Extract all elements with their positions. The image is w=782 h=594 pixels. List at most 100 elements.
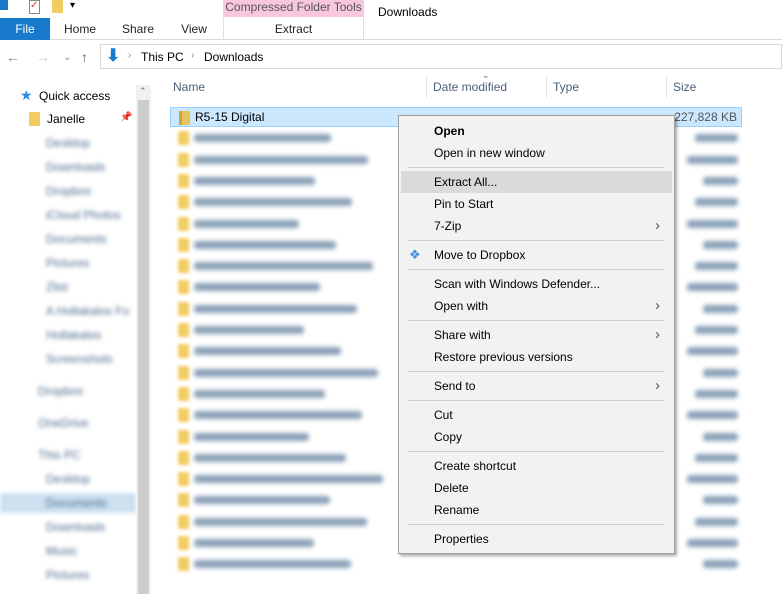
sidebar-item[interactable]: Desktop xyxy=(46,133,90,153)
file-size: 227,828 KB xyxy=(674,110,737,124)
file-name-blurred xyxy=(194,517,367,526)
sidebar-quick-access[interactable]: Quick access xyxy=(39,86,110,106)
folder-icon xyxy=(178,493,189,508)
file-size-blurred xyxy=(687,475,738,484)
sidebar-item[interactable]: iCloud Photos xyxy=(46,205,121,225)
file-size-blurred xyxy=(703,304,738,313)
file-size-blurred xyxy=(687,283,738,292)
column-date-modified[interactable]: Date modified xyxy=(433,80,507,98)
menu-item-move-to-dropbox[interactable]: Move to Dropbox ❖ xyxy=(401,244,672,266)
sidebar-item[interactable]: This PC xyxy=(38,445,81,465)
file-size-blurred xyxy=(695,453,738,462)
menu-item-create-shortcut[interactable]: Create shortcut xyxy=(401,455,672,477)
menu-item-extract-all[interactable]: Extract All... xyxy=(401,171,672,193)
properties-icon[interactable]: ✓ xyxy=(29,0,40,14)
sidebar-item[interactable]: Downloads xyxy=(46,157,105,177)
menu-item-delete[interactable]: Delete xyxy=(401,477,672,499)
menu-separator xyxy=(408,320,664,321)
menu-item-copy[interactable]: Copy xyxy=(401,426,672,448)
file-name-blurred xyxy=(194,155,368,164)
sidebar-item[interactable]: Zlist xyxy=(46,277,68,297)
sidebar-item[interactable]: Dropbox xyxy=(46,181,91,201)
menu-item-label: Delete xyxy=(434,481,469,495)
downloads-icon: ⬇ xyxy=(106,46,121,65)
back-icon[interactable]: ← xyxy=(6,49,20,65)
sidebar-scroll-thumb[interactable] xyxy=(138,100,149,594)
sidebar-item[interactable]: A Hollakalos Fo xyxy=(46,301,129,321)
tab-view[interactable]: View xyxy=(170,18,218,40)
file-name-blurred xyxy=(194,347,341,356)
breadcrumb-this-pc[interactable]: This PC xyxy=(141,50,184,64)
menu-item-label: Extract All... xyxy=(434,175,498,189)
tab-share[interactable]: Share xyxy=(113,18,163,40)
menu-item-label: Properties xyxy=(434,532,489,546)
sidebar-item[interactable]: Documents xyxy=(46,229,107,249)
sidebar-item[interactable]: Screenshots xyxy=(46,349,113,369)
tab-file[interactable]: File xyxy=(0,18,50,40)
column-divider[interactable] xyxy=(426,76,427,98)
file-size-blurred xyxy=(703,432,738,441)
download-icon[interactable] xyxy=(0,0,8,10)
file-name-blurred xyxy=(194,453,346,462)
menu-item-scan-with-windows-defender[interactable]: Scan with Windows Defender... xyxy=(401,273,672,295)
menu-item-open-in-new-window[interactable]: Open in new window xyxy=(401,142,672,164)
menu-item-label: Open with xyxy=(434,299,489,313)
column-divider[interactable] xyxy=(666,76,667,98)
file-size-blurred xyxy=(695,134,738,143)
menu-item-share-with[interactable]: Share with › xyxy=(401,324,672,346)
column-size[interactable]: Size xyxy=(673,80,696,98)
menu-separator xyxy=(408,240,664,241)
column-type[interactable]: Type xyxy=(553,80,579,98)
sidebar-item[interactable]: Desktop xyxy=(46,469,90,489)
menu-separator xyxy=(408,451,664,452)
menu-item-label: 7-Zip xyxy=(434,219,462,233)
menu-item-pin-to-start[interactable]: Pin to Start xyxy=(401,193,672,215)
menu-item-properties[interactable]: Properties xyxy=(401,528,672,550)
tab-home[interactable]: Home xyxy=(55,18,105,40)
folder-icon xyxy=(178,344,189,359)
recent-dropdown-icon[interactable]: ⌄ xyxy=(63,52,71,63)
menu-item-rename[interactable]: Rename xyxy=(401,499,672,521)
sidebar-item[interactable]: Pictures xyxy=(46,565,89,585)
new-folder-icon[interactable] xyxy=(52,0,63,13)
customize-dropdown-icon[interactable]: ▾ xyxy=(70,0,75,11)
menu-item-cut[interactable]: Cut xyxy=(401,404,672,426)
menu-item-restore-previous-versions[interactable]: Restore previous versions xyxy=(401,346,672,368)
sidebar-item[interactable]: Music xyxy=(46,541,77,561)
sidebar-item-janelle[interactable]: Janelle xyxy=(47,109,85,129)
scroll-up-icon[interactable]: ⌃ xyxy=(139,86,147,97)
contextual-group-label: Compressed Folder Tools xyxy=(223,0,364,17)
menu-item-7-zip[interactable]: 7-Zip › xyxy=(401,215,672,237)
navigation-pane: ★ Quick access Janelle 📌 Desktop Download… xyxy=(0,85,136,594)
menu-item-send-to[interactable]: Send to › xyxy=(401,375,672,397)
file-row[interactable] xyxy=(170,554,742,574)
breadcrumb-downloads[interactable]: Downloads xyxy=(204,50,263,64)
sidebar-item[interactable]: Pictures xyxy=(46,253,89,273)
sidebar-item[interactable]: Downloads xyxy=(46,517,105,537)
up-icon[interactable]: ↑ xyxy=(81,49,88,65)
forward-icon[interactable]: → xyxy=(36,49,50,65)
column-divider[interactable] xyxy=(546,76,547,98)
submenu-arrow-icon: › xyxy=(655,377,660,394)
menu-item-label: Scan with Windows Defender... xyxy=(434,277,601,291)
folder-icon xyxy=(178,450,189,465)
file-name: R5-15 Digital xyxy=(195,110,265,124)
sidebar-item[interactable]: Dropbox xyxy=(38,381,83,401)
column-name[interactable]: Name xyxy=(173,80,205,98)
file-name-blurred xyxy=(194,283,320,292)
menu-item-open-with[interactable]: Open with › xyxy=(401,295,672,317)
file-size-blurred xyxy=(695,326,738,334)
file-size-blurred xyxy=(703,496,738,505)
sidebar-item[interactable]: Documents xyxy=(0,493,136,513)
sidebar-item[interactable]: OneDrive xyxy=(38,413,89,433)
file-name-blurred xyxy=(194,240,336,249)
folder-icon xyxy=(178,429,189,444)
menu-separator xyxy=(408,524,664,525)
pin-icon[interactable]: 📌 xyxy=(120,112,132,123)
address-bar[interactable]: ⬇ › This PC › Downloads xyxy=(100,44,782,69)
sidebar-item[interactable]: Hollakalos xyxy=(46,325,101,345)
ribbon-tabs: File Home Share View Compressed Folder T… xyxy=(0,0,782,40)
tab-extract[interactable]: Extract xyxy=(223,18,364,40)
submenu-arrow-icon: › xyxy=(655,326,660,343)
menu-item-open[interactable]: Open xyxy=(401,120,672,142)
